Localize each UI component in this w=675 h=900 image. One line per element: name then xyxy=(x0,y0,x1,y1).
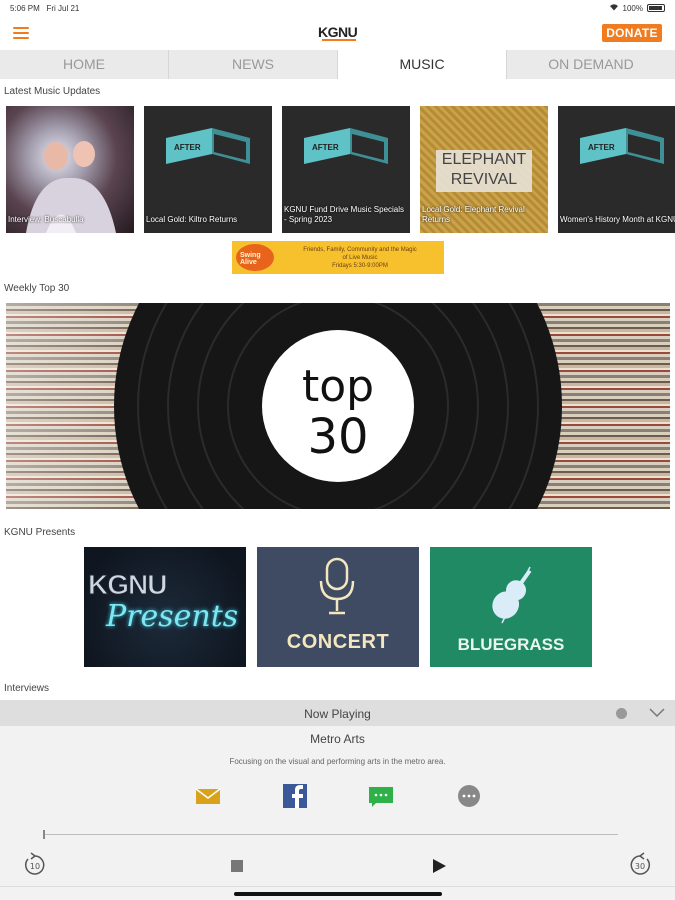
update-card[interactable]: ELEPHANT REVIVAL Local Gold: Elephant Re… xyxy=(420,106,548,233)
battery-percent: 100% xyxy=(622,3,643,13)
update-card[interactable]: AFTER Women's History Month at KGNU xyxy=(558,106,675,233)
section-title-weekly: Weekly Top 30 xyxy=(4,283,70,294)
svg-text:AFTER: AFTER xyxy=(312,143,339,152)
tab-music[interactable]: MUSIC xyxy=(338,50,507,79)
concert-card[interactable]: CONCERT xyxy=(257,547,419,667)
chevron-down-icon[interactable] xyxy=(648,706,666,722)
show-description: Focusing on the visual and performing ar… xyxy=(229,757,446,766)
card-caption: Local Gold: Kiltro Returns xyxy=(146,215,238,224)
swing-alive-banner[interactable]: Swing Alive Friends, Family, Community a… xyxy=(232,241,444,274)
skip-back-icon[interactable]: 10 xyxy=(22,852,48,883)
after-fm-logo: AFTER xyxy=(304,128,388,164)
presents-script: Presents xyxy=(106,599,239,634)
update-card[interactable]: AFTER KGNU Fund Drive Music Specials - S… xyxy=(282,106,410,233)
concert-label: CONCERT xyxy=(286,631,390,653)
show-name: Metro Arts xyxy=(310,732,365,746)
svg-text:30: 30 xyxy=(635,862,645,871)
update-card[interactable]: AFTER Local Gold: Kiltro Returns xyxy=(144,106,272,233)
section-title-presents: KGNU Presents xyxy=(4,527,76,538)
stream-indicator-icon[interactable] xyxy=(616,708,627,719)
card-caption: KGNU Fund Drive Music Specials - Spring … xyxy=(284,205,405,224)
now-playing-panel: Now Playing Metro Arts Focusing on the v… xyxy=(0,700,675,900)
svg-text:10: 10 xyxy=(30,862,40,871)
skip-forward-icon[interactable]: 30 xyxy=(627,852,653,883)
status-time: 5:06 PM Fri Jul 21 xyxy=(10,4,80,13)
artist-photo xyxy=(26,141,116,233)
tab-news[interactable]: NEWS xyxy=(169,50,338,79)
section-title-latest: Latest Music Updates xyxy=(4,86,101,97)
section-title-interviews: Interviews xyxy=(4,683,50,694)
swing-alive-logo: Swing Alive xyxy=(236,244,274,271)
bluegrass-label: BLUEGRASS xyxy=(457,635,565,654)
donate-button[interactable]: DONATE xyxy=(602,24,662,42)
status-bar: 5:06 PM Fri Jul 21 100% xyxy=(0,0,675,16)
hamburger-menu-icon[interactable] xyxy=(13,27,29,39)
kgnu-logo: KGNU xyxy=(316,20,360,46)
sms-icon[interactable] xyxy=(368,784,394,808)
banner-text: Friends, Family, Community and the Magic… xyxy=(303,247,417,269)
svg-text:AFTER: AFTER xyxy=(174,143,201,152)
tab-on-demand[interactable]: ON DEMAND xyxy=(507,50,675,79)
top30-label: top xyxy=(302,361,374,412)
battery-icon xyxy=(647,4,665,12)
section-tabs: HOME NEWS MUSIC ON DEMAND xyxy=(0,50,675,79)
tab-home[interactable]: HOME xyxy=(0,50,169,79)
vinyl-record-art: top 30 xyxy=(114,303,562,509)
card-caption: Women's History Month at KGNU xyxy=(560,215,675,224)
card-caption: Local Gold: Elephant Revival Returns xyxy=(422,205,525,224)
home-indicator[interactable] xyxy=(234,892,442,896)
kgnu-wordmark: KGNU xyxy=(87,569,167,601)
violin-icon xyxy=(492,566,532,624)
now-playing-bar[interactable]: Now Playing xyxy=(0,700,675,726)
playback-progress-bar[interactable] xyxy=(43,830,618,839)
now-playing-label: Now Playing xyxy=(304,707,371,721)
status-right: 100% xyxy=(609,3,665,13)
app-header: KGNU DONATE xyxy=(0,16,675,50)
after-fm-logo: AFTER xyxy=(166,128,250,164)
after-fm-logo: AFTER xyxy=(580,128,664,164)
elephant-revival-art: ELEPHANT REVIVAL xyxy=(436,150,532,192)
play-button[interactable] xyxy=(431,858,447,879)
svg-text:AFTER: AFTER xyxy=(588,143,615,152)
kgnu-presents-card[interactable]: KGNU Presents xyxy=(84,547,246,667)
logo-text: KGNU xyxy=(318,24,358,40)
email-icon[interactable] xyxy=(195,784,221,808)
facebook-icon[interactable] xyxy=(282,784,308,808)
stop-button[interactable] xyxy=(231,860,243,872)
microphone-icon xyxy=(319,557,355,615)
presents-grid: KGNU Presents CONCERT BLUEGRASS xyxy=(84,547,592,667)
wifi-icon xyxy=(609,3,619,13)
card-caption: Interview: Buscabulla xyxy=(8,215,84,224)
top30-number: 30 xyxy=(307,409,368,465)
update-card[interactable]: Interview: Buscabulla xyxy=(6,106,134,233)
weekly-top-30-banner[interactable]: top 30 xyxy=(6,303,670,509)
latest-updates-carousel[interactable]: Interview: Buscabulla AFTER Local Gold: … xyxy=(6,106,675,233)
bluegrass-card[interactable]: BLUEGRASS xyxy=(430,547,592,667)
more-icon[interactable] xyxy=(456,784,482,808)
